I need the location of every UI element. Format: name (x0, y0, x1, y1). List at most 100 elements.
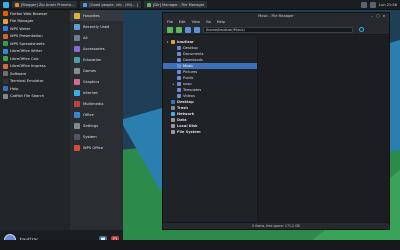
category-item-label: Education (83, 57, 102, 62)
app-menu-item-label: Catfish File Search (10, 94, 45, 99)
app-menu-item[interactable]: Catfish File Search (0, 93, 66, 101)
category-item[interactable]: System (70, 131, 123, 142)
task-icon (146, 2, 151, 7)
category-item[interactable]: Games (70, 65, 123, 76)
minimize-icon[interactable]: – (370, 14, 374, 18)
category-item[interactable]: Recently Used (70, 21, 123, 32)
up-icon[interactable] (185, 26, 191, 33)
app-menu-item[interactable]: WPS Spreadsheets (0, 40, 66, 48)
file-view[interactable] (258, 36, 389, 222)
network-icon[interactable] (361, 1, 367, 8)
wps-presentation-icon (3, 33, 8, 39)
app-menu-item[interactable]: Firefox Web Browser (0, 10, 66, 18)
task-label: [Dir] Manager - File Manager (152, 2, 205, 7)
category-item[interactable]: Education (70, 54, 123, 65)
category-item-label: Internet (83, 90, 98, 95)
category-item[interactable]: Settings (70, 120, 123, 131)
expanded-arrow-icon[interactable]: ▾ (166, 40, 169, 44)
task-icon (83, 2, 88, 7)
games-icon (74, 67, 80, 74)
app-menu-item[interactable]: LibreOffice Impress (0, 63, 66, 71)
tree-node-label: Videos (183, 94, 195, 98)
reload-icon[interactable] (359, 27, 364, 32)
app-menu-item-label: WPS Spreadsheets (10, 41, 45, 46)
bottom-panel (0, 240, 400, 250)
taskbar-task[interactable]: [Good people, nib - (Mi)... ] (80, 1, 141, 8)
tree-node-label: Data (177, 118, 187, 122)
tree-node-label: Music (183, 64, 194, 68)
folder-icon (177, 76, 181, 80)
category-item-label: All (83, 35, 88, 40)
lo-impress-icon (3, 63, 8, 69)
settings-icon (74, 122, 80, 129)
app-menu-item[interactable]: Terminal Emulator (0, 78, 66, 86)
category-item[interactable]: WPS Office (70, 142, 123, 153)
location-path: /home/bautizar/Music/ (206, 27, 245, 32)
category-list: Favorites Recently Used All Accessories Educ… (70, 10, 123, 230)
category-item[interactable]: Internet (70, 87, 123, 98)
collapsed-arrow-icon[interactable]: ▸ (172, 82, 175, 86)
tree-node-label: Pictures (183, 70, 198, 74)
app-menu-item[interactable]: File Manager (0, 18, 66, 26)
folder-icon (177, 94, 181, 98)
category-item[interactable]: Multimedia (70, 98, 123, 109)
folder-icon (171, 130, 175, 134)
tree-node-label: Trash (177, 106, 188, 110)
back-icon[interactable] (167, 26, 173, 33)
tree-node-label: Desktop (177, 100, 194, 104)
app-menu-item[interactable]: WPS Writer (0, 25, 66, 33)
category-item-label: Settings (83, 123, 99, 128)
folder-icon (171, 118, 175, 122)
category-item[interactable]: Office (70, 109, 123, 120)
menu-help[interactable]: Help (217, 20, 225, 24)
tree-node-label: snap (183, 82, 192, 86)
taskbar-task[interactable]: [Blogger] Zip Anzer Primero... (12, 1, 78, 8)
app-menu-item[interactable]: LibreOffice Writer (0, 48, 66, 56)
lo-writer-icon (3, 48, 8, 54)
taskbar-task[interactable]: [Dir] Manager - File Manager (143, 1, 208, 8)
app-menu-item[interactable]: Software (0, 70, 66, 78)
window-titlebar[interactable]: Music - File Manager – □ × (163, 13, 389, 19)
menu-go[interactable]: Go (206, 20, 211, 24)
folder-icon (171, 40, 175, 44)
wps-writer-icon (3, 26, 8, 32)
tree-node-label: Local Disk (177, 124, 198, 128)
app-menu-item-label: File Manager (10, 19, 34, 24)
location-field[interactable]: /home/bautizar/Music/ (203, 26, 353, 33)
clock-icon (74, 23, 80, 30)
home-icon[interactable] (194, 26, 200, 33)
close-icon[interactable]: × (382, 14, 386, 18)
task-icon (15, 2, 19, 7)
app-menu-item[interactable]: LibreOffice Calc (0, 55, 66, 63)
category-item-label: Accessories (83, 46, 105, 51)
forward-icon[interactable] (176, 26, 182, 33)
menu-view[interactable]: View (192, 20, 200, 24)
tree-node[interactable]: File System (163, 129, 257, 135)
toolbar: /home/bautizar/Music/ (163, 25, 389, 35)
category-item[interactable]: Accessories (70, 43, 123, 54)
category-item-label: Games (83, 68, 96, 73)
system-icon (74, 133, 80, 140)
menu-file[interactable]: File (167, 20, 173, 24)
folder-icon (171, 100, 175, 104)
folder-icon (177, 58, 181, 62)
clock[interactable]: Lun 21:56 (379, 3, 397, 7)
tree-node-label: Downloads (183, 58, 203, 62)
category-item[interactable]: All (70, 32, 123, 43)
folder-icon (177, 82, 181, 86)
volume-icon[interactable] (370, 1, 376, 8)
maximize-icon[interactable]: □ (376, 14, 380, 18)
app-menu-launcher-icon[interactable] (3, 1, 9, 8)
folder-icon (171, 106, 175, 110)
menu-edit[interactable]: Edit (179, 20, 186, 24)
folder-icon (3, 18, 8, 24)
category-item[interactable]: Favorites (70, 10, 123, 21)
app-menu-item-label: Software (10, 71, 27, 76)
software-icon (3, 71, 8, 77)
file-manager-body: ▾ bautizar Desktop Documents Downloads Music P… (163, 36, 389, 222)
task-label: [Good people, nib - (Mi)... ] (89, 2, 138, 7)
application-menu: Firefox Web Browser File Manager WPS Write… (0, 10, 123, 250)
app-menu-item[interactable]: Help (0, 85, 66, 93)
app-menu-item[interactable]: WPS Presentation (0, 33, 66, 41)
category-item[interactable]: Graphics (70, 76, 123, 87)
